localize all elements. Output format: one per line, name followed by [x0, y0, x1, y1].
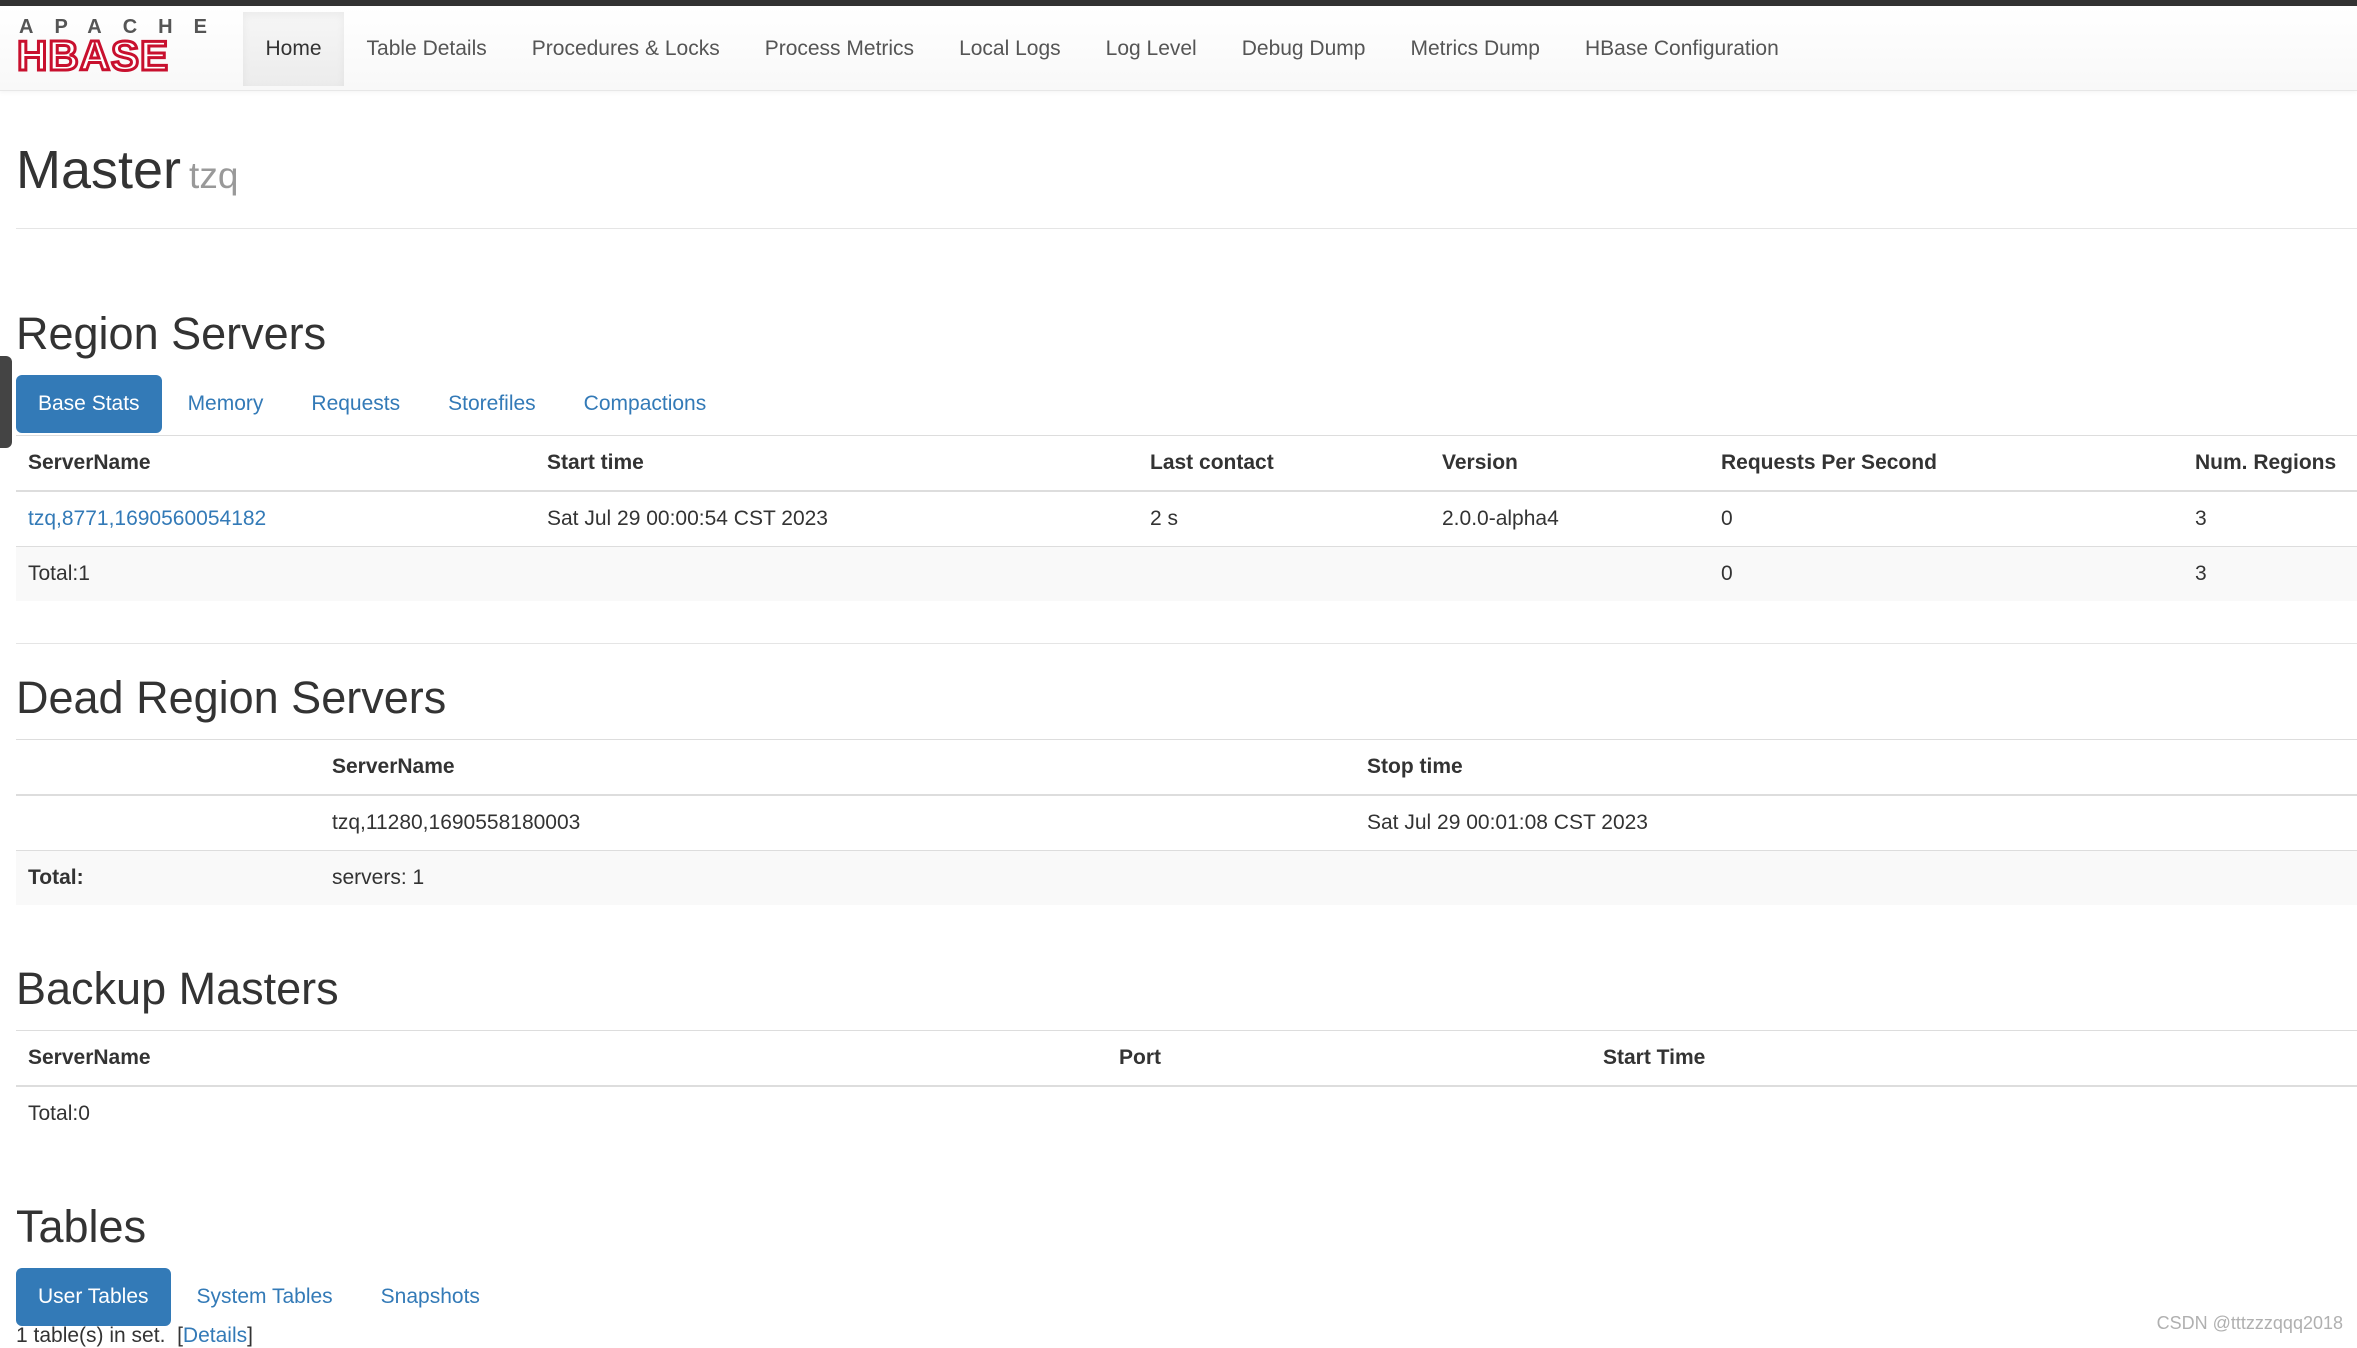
nav-table-details[interactable]: Table Details — [344, 12, 509, 86]
region-servers-tabs: Base Stats Memory Requests Storefiles Co… — [16, 375, 732, 433]
logo-hbase-text: HBASE — [17, 32, 169, 74]
nav-procedures-locks[interactable]: Procedures & Locks — [509, 12, 742, 86]
cell-total-label: Total: — [16, 850, 320, 905]
table-row: tzq,8771,1690560054182 Sat Jul 29 00:00:… — [16, 490, 2357, 547]
col-servername[interactable]: ServerName — [16, 435, 535, 492]
nav-hbase-configuration[interactable]: HBase Configuration — [1562, 12, 1801, 86]
col-last-contact[interactable]: Last contact — [1138, 435, 1430, 492]
cell-version: 2.0.0-alpha4 — [1430, 490, 1709, 547]
tab-storefiles[interactable]: Storefiles — [426, 375, 558, 433]
cell-total-label: Total:1 — [16, 546, 535, 601]
backup-masters-table: ServerName Port Start Time Total:0 — [16, 1030, 2357, 1141]
tables-heading: Tables — [16, 1201, 147, 1252]
col-port[interactable]: Port — [1107, 1030, 1591, 1087]
cell-empty — [1355, 850, 2357, 905]
cell-empty — [1591, 1086, 2357, 1141]
nav-log-level[interactable]: Log Level — [1083, 12, 1219, 86]
section-divider — [16, 643, 2357, 644]
cell-regions: 3 — [2183, 490, 2357, 547]
nav-local-logs[interactable]: Local Logs — [937, 12, 1084, 86]
table-row: tzq,11280,1690558180003 Sat Jul 29 00:01… — [16, 794, 2357, 851]
table-header-row: ServerName Stop time — [16, 739, 2357, 796]
tab-system-tables[interactable]: System Tables — [175, 1268, 355, 1326]
col-blank — [16, 739, 320, 796]
cell-total: Total:0 — [16, 1085, 1107, 1141]
backup-masters-heading: Backup Masters — [16, 963, 339, 1014]
tab-base-stats[interactable]: Base Stats — [16, 375, 162, 433]
tables-tabs: User Tables System Tables Snapshots — [16, 1268, 506, 1326]
col-version[interactable]: Version — [1430, 435, 1709, 492]
cell-stop-time: Sat Jul 29 00:01:08 CST 2023 — [1355, 794, 2357, 851]
tables-count-line: 1 table(s) in set. [Details] — [16, 1324, 253, 1348]
table-total-row: Total:1 0 3 — [16, 546, 2357, 601]
cell-empty — [1138, 546, 1430, 601]
title-divider — [16, 228, 2357, 229]
region-servers-heading: Region Servers — [16, 308, 327, 359]
region-servers-table: ServerName Start time Last contact Versi… — [16, 435, 2357, 601]
nav-debug-dump[interactable]: Debug Dump — [1219, 12, 1388, 86]
cell-rps: 0 — [1709, 490, 2183, 547]
cell-start-time: Sat Jul 29 00:00:54 CST 2023 — [535, 490, 1138, 547]
col-servername[interactable]: ServerName — [16, 1030, 1107, 1087]
nav-home[interactable]: Home — [243, 12, 345, 86]
cell-empty — [535, 546, 1138, 601]
tab-requests[interactable]: Requests — [289, 375, 422, 433]
hbase-logo[interactable]: APACHE HBASE — [17, 16, 223, 74]
main-nav: Home Table Details Procedures & Locks Pr… — [243, 12, 1801, 86]
server-link[interactable]: tzq,8771,1690560054182 — [28, 507, 266, 530]
tab-compactions[interactable]: Compactions — [562, 375, 729, 433]
cell-servername: tzq,8771,1690560054182 — [16, 490, 535, 547]
table-header-row: ServerName Start time Last contact Versi… — [16, 435, 2357, 492]
tables-count: 1 table(s) in set. — [16, 1324, 166, 1347]
watermark: CSDN @tttzzzqqq2018 — [2156, 1313, 2343, 1333]
cell-total-rps: 0 — [1709, 546, 2183, 601]
tab-snapshots[interactable]: Snapshots — [359, 1268, 502, 1326]
cell-empty — [1107, 1086, 1591, 1141]
col-servername[interactable]: ServerName — [320, 739, 1355, 796]
side-scroll-handle[interactable] — [0, 356, 12, 448]
page-title-main: Master — [16, 140, 182, 200]
page-title-host: tzq — [189, 155, 239, 196]
tab-memory[interactable]: Memory — [166, 375, 286, 433]
top-navbar: APACHE HBASE Home Table Details Procedur… — [0, 6, 2357, 91]
nav-process-metrics[interactable]: Process Metrics — [742, 12, 936, 86]
cell-empty — [1430, 546, 1709, 601]
nav-metrics-dump[interactable]: Metrics Dump — [1388, 12, 1563, 86]
dead-region-servers-heading: Dead Region Servers — [16, 672, 447, 723]
col-requests-per-second[interactable]: Requests Per Second — [1709, 435, 2183, 492]
col-stop-time[interactable]: Stop time — [1355, 739, 2357, 796]
cell-blank — [16, 794, 320, 851]
col-num-regions[interactable]: Num. Regions — [2183, 435, 2357, 492]
table-total-row: Total: servers: 1 — [16, 850, 2357, 905]
col-start-time[interactable]: Start Time — [1591, 1030, 2357, 1087]
dead-region-servers-table: ServerName Stop time tzq,11280,169055818… — [16, 739, 2357, 905]
table-header-row: ServerName Port Start Time — [16, 1030, 2357, 1087]
cell-total-regions: 3 — [2183, 546, 2357, 601]
details-link[interactable]: Details — [183, 1324, 247, 1347]
page-title: Master tzq — [16, 136, 238, 210]
table-total-row: Total:0 — [16, 1085, 2357, 1141]
col-start-time[interactable]: Start time — [535, 435, 1138, 492]
tab-user-tables[interactable]: User Tables — [16, 1268, 171, 1326]
cell-last-contact: 2 s — [1138, 490, 1430, 547]
cell-servername: tzq,11280,1690558180003 — [320, 794, 1355, 851]
cell-total-servers: servers: 1 — [320, 850, 1355, 905]
details-bracket-close: ] — [247, 1324, 253, 1347]
